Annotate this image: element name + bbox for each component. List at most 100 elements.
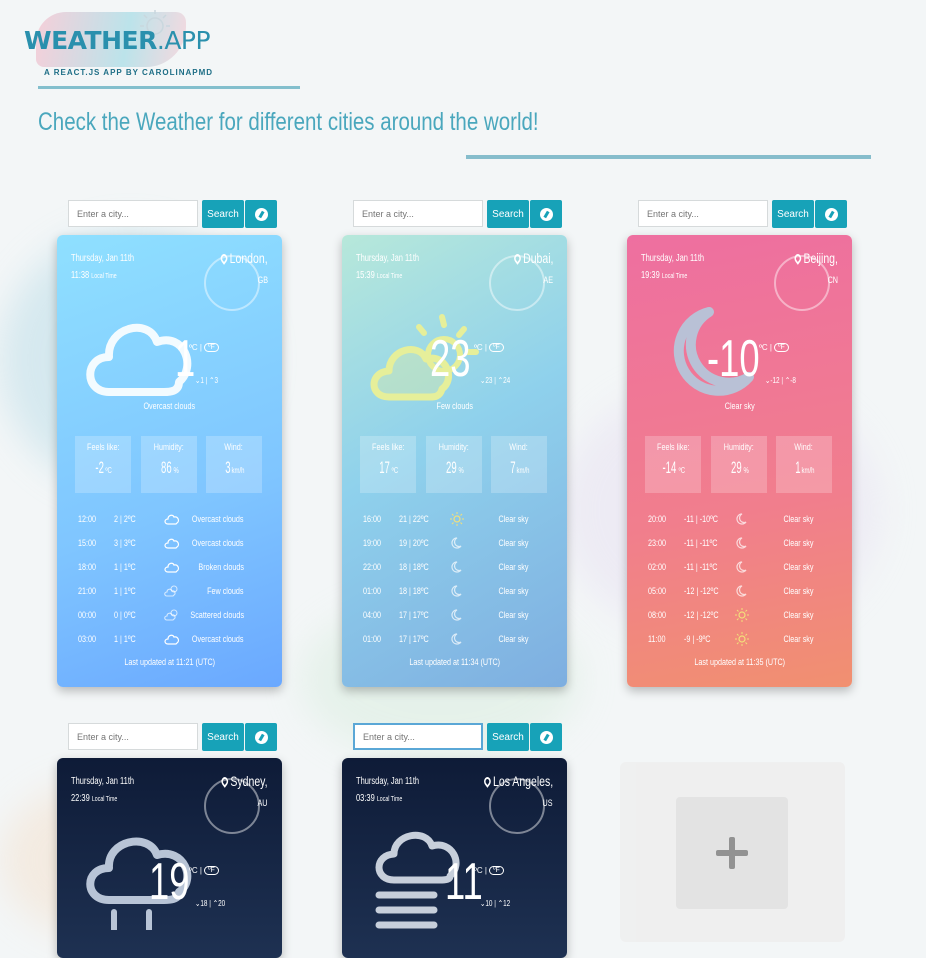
last-updated-text: Last updated at 11:35 (UTC) xyxy=(694,657,785,667)
compass-icon xyxy=(539,730,553,744)
last-updated: Last updated at 11:34 (UTC) xyxy=(342,657,567,667)
forecast-row: 03:00 1 | 1ºC Overcast clouds xyxy=(57,632,282,650)
city-label: Los Angeles, xyxy=(492,773,553,789)
local-time-label: Local Time xyxy=(91,796,118,803)
stat-value: 1km/h xyxy=(776,458,832,478)
fahrenheit-toggle[interactable]: ºF xyxy=(204,866,219,875)
current-temperature: 11 xyxy=(445,853,483,911)
compass-icon xyxy=(254,207,268,221)
search-button[interactable]: Search xyxy=(202,200,244,228)
humidity-box: Humidity: 29% xyxy=(711,436,767,493)
city-search-input[interactable] xyxy=(68,723,198,750)
max-temp: 20 xyxy=(218,899,226,908)
stat-label-text: Feels like: xyxy=(86,442,120,452)
forecast-row: 15:00 3 | 3ºC Overcast clouds xyxy=(57,536,282,554)
geolocation-button[interactable] xyxy=(245,723,277,751)
stat-number: 1 xyxy=(794,458,801,477)
celsius-toggle[interactable]: ºC | xyxy=(759,343,772,352)
moon-icon xyxy=(734,512,750,526)
unit-toggle[interactable]: ºC | ºF xyxy=(759,343,789,352)
forecast-time: 21:00 xyxy=(78,586,97,596)
geolocation-button[interactable] xyxy=(245,200,277,228)
city-search-input[interactable] xyxy=(638,200,768,227)
stat-label-text: Wind: xyxy=(794,442,814,452)
humidity-box: Humidity: 86% xyxy=(141,436,197,493)
geolocation-button[interactable] xyxy=(530,200,562,228)
forecast-row: 01:00 17 | 17ºC Clear sky xyxy=(342,632,567,650)
page-headline: Check the Weather for different cities a… xyxy=(38,108,539,136)
location-pin-icon xyxy=(219,251,230,265)
country-code: GB xyxy=(257,275,268,285)
unit-toggle[interactable]: ºC | ºF xyxy=(189,866,219,875)
min-temp: -12 xyxy=(770,376,780,385)
forecast-description: Clear sky xyxy=(498,514,529,524)
stat-number: 29 xyxy=(730,458,742,477)
humidity-box: Humidity: 29% xyxy=(426,436,482,493)
forecast-row: 05:00 -12 | -12ºC Clear sky xyxy=(627,584,852,602)
moon-icon xyxy=(449,584,465,598)
stat-number: 7 xyxy=(509,458,516,477)
stat-unit: km/h xyxy=(801,466,815,475)
unit-toggle[interactable]: ºC | ºF xyxy=(189,343,219,352)
forecast-row: 00:00 0 | 0ºC Scattered clouds xyxy=(57,608,282,626)
stat-value: 29% xyxy=(426,458,482,478)
fahrenheit-toggle[interactable]: ºF xyxy=(489,343,504,352)
forecast-temps: -12 | -12ºC xyxy=(684,586,719,596)
forecast-description: Clear sky xyxy=(498,586,529,596)
search-button[interactable]: Search xyxy=(487,200,529,228)
celsius-toggle[interactable]: ºC | xyxy=(189,343,202,352)
country-code: AE xyxy=(543,275,553,285)
logo-subtitle: A REACT.JS APP BY CAROLINAPMD xyxy=(44,68,214,77)
forecast-description: Clear sky xyxy=(783,514,814,524)
stat-unit: % xyxy=(173,466,179,475)
forecast-temps: 19 | 20ºC xyxy=(399,538,429,548)
stat-unit: % xyxy=(743,466,749,475)
celsius-toggle[interactable]: ºC | xyxy=(474,866,487,875)
local-time-label: Local Time xyxy=(661,273,688,280)
add-city-button[interactable] xyxy=(676,797,788,909)
app-logo[interactable]: WEATHER.APP A REACT.JS APP BY CAROLINAPM… xyxy=(24,8,304,92)
city-search-input[interactable] xyxy=(353,723,483,750)
card-date: Thursday, Jan 11th xyxy=(356,776,420,787)
celsius-toggle[interactable]: ºC | xyxy=(474,343,487,352)
forecast-temps: -11 | -10ºC xyxy=(684,514,718,524)
forecast-row: 23:00 -11 | -11ºC Clear sky xyxy=(627,536,852,554)
stat-unit: ºC xyxy=(678,466,686,475)
stat-value-text: -2ºC xyxy=(94,458,111,478)
stat-label-text: Feels like: xyxy=(371,442,405,452)
geolocation-button[interactable] xyxy=(530,723,562,751)
current-temperature: 23 xyxy=(430,330,471,388)
unit-toggle[interactable]: ºC | ºF xyxy=(474,866,504,875)
card-local-time: 15:39 Local Time xyxy=(356,270,402,281)
geolocation-button[interactable] xyxy=(815,200,847,228)
forecast-time: 11:00 xyxy=(648,634,666,644)
fahrenheit-toggle[interactable]: ºF xyxy=(774,343,789,352)
min-max-temperature: ⌄10 | ⌃12 xyxy=(480,899,511,908)
forecast-temps: 2 | 2ºC xyxy=(114,514,136,524)
fahrenheit-toggle[interactable]: ºF xyxy=(204,343,219,352)
forecast-row: 08:00 -12 | -12ºC Clear sky xyxy=(627,608,852,626)
stat-number: 29 xyxy=(445,458,457,477)
stat-label: Humidity: xyxy=(426,442,482,452)
min-max-temperature: ⌄18 | ⌃20 xyxy=(195,899,226,908)
forecast-temps: 21 | 22ºC xyxy=(399,514,429,524)
city-label: London, xyxy=(230,250,268,266)
city-search-input[interactable] xyxy=(353,200,483,227)
celsius-toggle[interactable]: ºC | xyxy=(189,866,202,875)
search-button[interactable]: Search xyxy=(202,723,244,751)
forecast-description: Clear sky xyxy=(498,562,529,572)
search-button[interactable]: Search xyxy=(487,723,529,751)
stat-value-text: 17 ºC xyxy=(378,458,398,478)
forecast-time: 02:00 xyxy=(648,562,667,572)
weather-card-london: Thursday, Jan 11th 11:38 Local Time London… xyxy=(57,235,282,687)
search-button[interactable]: Search xyxy=(772,200,814,228)
feels-like-box: Feels like: -2ºC xyxy=(75,436,131,493)
unit-toggle[interactable]: ºC | ºF xyxy=(474,343,504,352)
moon-icon xyxy=(449,632,465,646)
stat-value: 7km/h xyxy=(491,458,547,478)
city-search-input[interactable] xyxy=(68,200,198,227)
forecast-temps: 3 | 3ºC xyxy=(114,538,136,548)
fahrenheit-toggle[interactable]: ºF xyxy=(489,866,504,875)
forecast-time: 00:00 xyxy=(78,610,97,620)
card-date: Thursday, Jan 11th xyxy=(641,253,705,264)
